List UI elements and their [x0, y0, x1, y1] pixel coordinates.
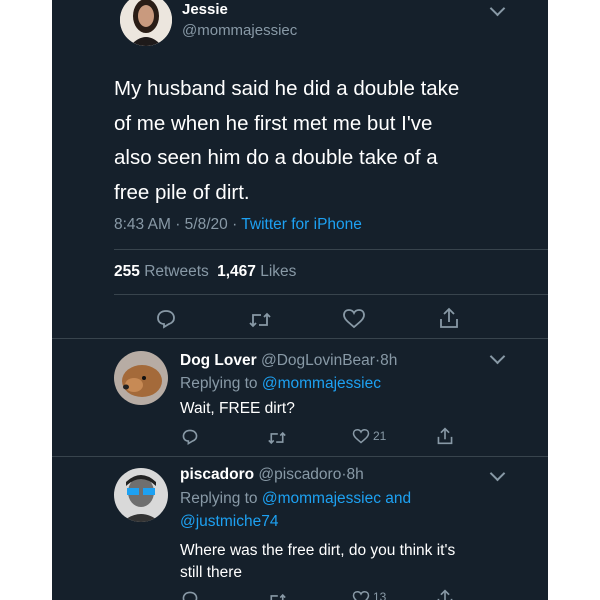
like-count: 13: [373, 590, 387, 600]
reply-author-name[interactable]: Dog Lover: [180, 352, 257, 369]
reply-text-line: still there: [180, 564, 243, 581]
retweets-count[interactable]: 255: [114, 263, 140, 280]
replying-to: Replying to @mommajessiec and: [180, 490, 411, 508]
reply-author-handle[interactable]: @DogLovinBear: [261, 352, 375, 369]
retweet-icon[interactable]: [267, 429, 287, 447]
chevron-down-icon[interactable]: [489, 465, 506, 482]
reply-header: piscadoro @piscadoro·8h: [180, 466, 364, 484]
replying-to-link[interactable]: @mommajessiec and: [262, 490, 411, 507]
tweet-text: My husband said he did a double take of …: [114, 72, 539, 210]
reply-text: Where was the free dirt, do you think it…: [180, 540, 455, 584]
reply-author-handle[interactable]: @piscadoro: [258, 466, 341, 483]
divider: [114, 294, 548, 295]
replying-to-prefix: Replying to: [180, 490, 258, 507]
likes-count[interactable]: 1,467: [217, 263, 256, 280]
share-icon[interactable]: [436, 588, 454, 600]
tweet-source-link[interactable]: Twitter for iPhone: [241, 216, 362, 233]
share-icon[interactable]: [438, 306, 460, 330]
replying-to-link[interactable]: @justmiche74: [180, 513, 278, 531]
tweet-meta: 8:43 AM · 5/8/20 · Twitter for iPhone: [114, 216, 362, 234]
reply-time: 8h: [346, 466, 364, 483]
author-avatar[interactable]: [120, 0, 172, 46]
like-icon[interactable]: [352, 428, 370, 445]
reply-text: Wait, FREE dirt?: [180, 400, 295, 417]
divider: [114, 249, 548, 250]
like-count: 21: [373, 429, 387, 443]
tweet-text-line: free pile of dirt.: [114, 180, 250, 204]
tweet-screen: Jessie @mommajessiec My husband said he …: [52, 0, 548, 600]
retweet-icon[interactable]: [267, 591, 287, 600]
like-icon[interactable]: [352, 590, 370, 600]
tweet-stats: 255 Retweets 1,467 Likes: [114, 263, 296, 281]
reply-icon[interactable]: [181, 428, 199, 446]
separator-dot: ·: [232, 216, 238, 233]
reply-avatar[interactable]: [114, 351, 168, 405]
reply-text-line: Where was the free dirt, do you think it…: [180, 542, 456, 559]
chevron-down-icon[interactable]: [489, 0, 506, 17]
replying-to-link[interactable]: @mommajessiec: [262, 375, 381, 392]
reply-header: Dog Lover @DogLovinBear·8h: [180, 352, 397, 370]
reply-time: 8h: [380, 352, 398, 369]
reply-author-name[interactable]: piscadoro: [180, 466, 254, 483]
reply-icon[interactable]: [181, 590, 199, 600]
author-name[interactable]: Jessie: [182, 1, 228, 18]
tweet-date: 5/8/20: [184, 216, 228, 233]
likes-label[interactable]: Likes: [260, 263, 296, 280]
replying-to-prefix: Replying to: [180, 375, 258, 392]
tweet-time: 8:43 AM: [114, 216, 171, 233]
divider: [52, 338, 548, 339]
share-icon[interactable]: [436, 426, 454, 446]
like-icon[interactable]: [342, 308, 366, 330]
reply-avatar[interactable]: [114, 468, 168, 522]
author-handle[interactable]: @mommajessiec: [182, 22, 297, 39]
chevron-down-icon[interactable]: [489, 348, 506, 365]
replying-to: Replying to @mommajessiec: [180, 375, 381, 393]
retweets-label[interactable]: Retweets: [144, 263, 209, 280]
separator-dot: ·: [175, 216, 181, 233]
tweet-text-line: also seen him do a double take of a: [114, 146, 438, 169]
retweet-icon[interactable]: [248, 309, 272, 331]
tweet-text-line: of me when he first met me but I've: [114, 111, 433, 135]
divider: [52, 456, 548, 457]
tweet-text-line: My husband said he did a double take: [114, 77, 460, 100]
reply-icon[interactable]: [155, 308, 177, 330]
